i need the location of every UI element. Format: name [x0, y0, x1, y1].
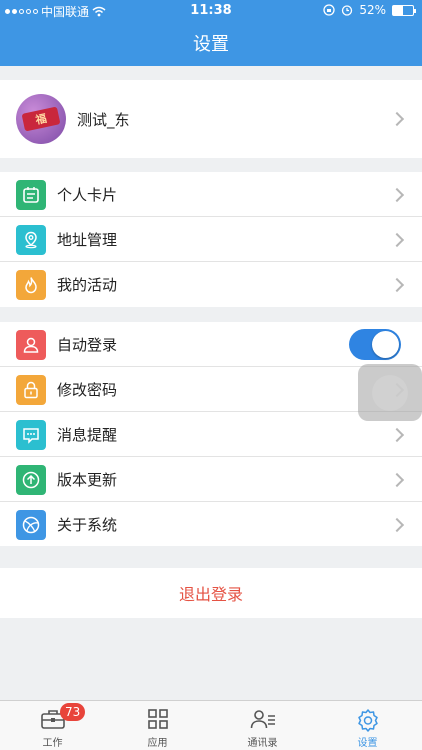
row-version-update[interactable]: 版本更新 — [0, 457, 422, 502]
row-label: 修改密码 — [57, 381, 118, 399]
settings-group-1: 个人卡片 地址管理 我的活动 — [0, 172, 422, 307]
tab-settings[interactable]: 设置 — [315, 701, 420, 750]
chevron-right-icon — [389, 111, 405, 127]
status-bar: 中国联通 11:38 52% — [0, 0, 422, 22]
assistive-touch-inner — [372, 374, 408, 411]
profile-row[interactable]: 福 测试_东 — [0, 80, 422, 158]
user-icon — [16, 329, 46, 360]
tab-label: 通讯录 — [247, 738, 278, 749]
settings-group-2: 自动登录 修改密码 消息提醒 版本更新 关于系统 — [0, 322, 422, 546]
grid-icon — [147, 709, 168, 729]
row-notifications[interactable]: 消息提醒 — [0, 412, 422, 457]
chevron-right-icon — [389, 187, 405, 202]
chevron-right-icon — [389, 472, 405, 487]
rotation-lock-icon — [323, 4, 335, 16]
row-label: 消息提醒 — [57, 426, 118, 444]
row-auto-login: 自动登录 — [0, 322, 422, 367]
chevron-right-icon — [389, 427, 405, 442]
tab-apps[interactable]: 应用 — [105, 701, 210, 750]
toggle-knob — [372, 331, 399, 358]
row-label: 自动登录 — [57, 336, 118, 354]
chevron-right-icon — [389, 277, 405, 292]
row-label: 我的活动 — [57, 276, 118, 294]
message-icon — [16, 419, 46, 450]
battery-icon — [392, 4, 416, 16]
tab-label: 工作 — [42, 738, 63, 749]
row-personal-card[interactable]: 个人卡片 — [0, 172, 422, 217]
tab-label: 设置 — [357, 738, 378, 749]
chevron-right-icon — [389, 517, 405, 532]
row-my-activity[interactable]: 我的活动 — [0, 262, 422, 307]
flame-icon — [16, 269, 46, 300]
logout-button[interactable]: 退出登录 — [0, 568, 422, 618]
location-pin-icon — [16, 224, 46, 255]
row-about-system[interactable]: 关于系统 — [0, 502, 422, 547]
upload-icon — [16, 464, 46, 495]
tab-label: 应用 — [147, 738, 168, 749]
tab-bar: 73 工作 应用 通讯录 设置 — [0, 700, 422, 750]
row-address[interactable]: 地址管理 — [0, 217, 422, 262]
alarm-icon — [342, 5, 353, 16]
row-label: 关于系统 — [57, 516, 118, 534]
row-label: 地址管理 — [57, 231, 118, 249]
assistive-touch-button[interactable] — [358, 364, 422, 421]
avatar-text: 福 — [34, 111, 48, 127]
globe-icon — [16, 509, 46, 540]
avatar: 福 — [16, 94, 66, 144]
profile-name: 测试_东 — [77, 111, 130, 129]
gear-icon — [357, 709, 378, 732]
row-label: 版本更新 — [57, 471, 118, 489]
auto-login-toggle[interactable] — [349, 329, 401, 360]
tab-contacts[interactable]: 通讯录 — [210, 701, 315, 750]
tab-work[interactable]: 73 工作 — [0, 701, 105, 750]
navigation-header: 中国联通 11:38 52% 设置 — [0, 0, 422, 66]
battery-fill — [393, 5, 404, 15]
battery-percent: 52% — [359, 3, 386, 17]
work-badge: 73 — [60, 703, 86, 721]
avatar-card: 福 — [21, 106, 61, 132]
contacts-icon — [250, 710, 275, 729]
row-label: 个人卡片 — [57, 186, 118, 204]
lock-icon — [16, 374, 46, 405]
chevron-right-icon — [389, 232, 405, 247]
page-title: 设置 — [193, 34, 229, 55]
status-right: 52% — [323, 3, 416, 17]
id-card-icon — [16, 179, 46, 210]
